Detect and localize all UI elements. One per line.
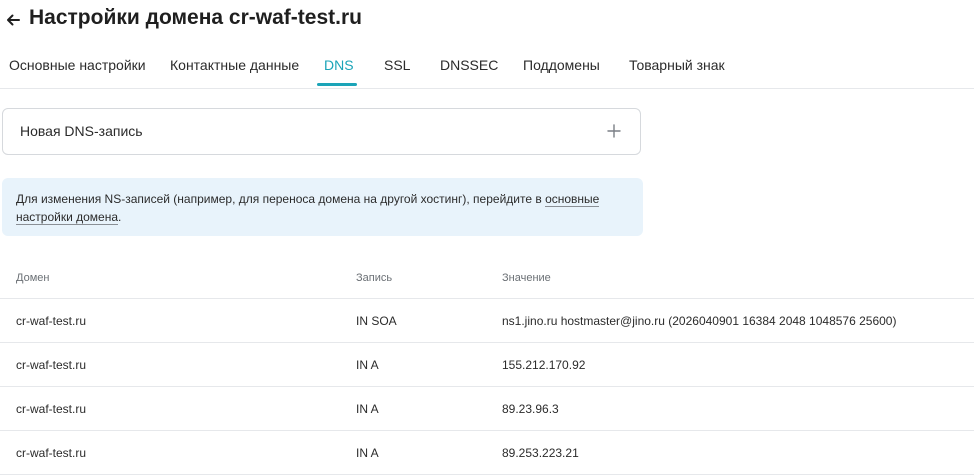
cell-value: 155.212.170.92 [502,358,586,372]
domain-settings-page: Настройки домена cr-waf-test.ru Основные… [0,0,974,476]
table-row[interactable]: cr-waf-test.ru IN A 89.23.96.3 [0,387,974,431]
cell-value: ns1.jino.ru hostmaster@jino.ru (20260409… [502,314,897,328]
cell-value: 89.253.223.21 [502,446,579,460]
new-dns-record-label: Новая DNS-запись [20,123,143,139]
cell-record: IN A [356,446,379,460]
table-row[interactable]: cr-waf-test.ru IN A 89.253.223.21 [0,431,974,475]
column-header-record: Запись [356,272,393,284]
notice-text: Для изменения NS-записей (например, для … [16,192,546,206]
cell-record: IN A [356,402,379,416]
tab-bar: Основные настройки Контактные данные DNS… [0,48,974,89]
tab-subdomains[interactable]: Поддомены [523,57,600,73]
arrow-left-icon [7,14,20,26]
tab-ssl[interactable]: SSL [384,57,410,73]
page-header: Настройки домена cr-waf-test.ru [0,0,974,42]
back-button[interactable] [4,9,22,31]
cell-domain: cr-waf-test.ru [16,402,87,416]
cell-domain: cr-waf-test.ru [16,358,87,372]
notice-suffix: . [118,210,122,224]
dns-records-table: Домен Запись Значение cr-waf-test.ru IN … [0,256,974,475]
cell-domain: cr-waf-test.ru [16,446,87,460]
ns-records-notice: Для изменения NS-записей (например, для … [2,178,643,236]
tab-trademark[interactable]: Товарный знак [629,57,725,73]
cell-record: IN SOA [356,314,397,328]
cell-value: 89.23.96.3 [502,402,559,416]
cell-domain: cr-waf-test.ru [16,314,87,328]
tab-contacts[interactable]: Контактные данные [170,57,299,73]
tab-main-settings[interactable]: Основные настройки [9,57,146,73]
new-dns-record-button[interactable]: Новая DNS-запись [2,108,641,155]
plus-icon [607,124,621,138]
cell-record: IN A [356,358,379,372]
active-tab-indicator [317,83,357,86]
column-header-domain: Домен [16,272,50,284]
tab-dns[interactable]: DNS [324,57,354,73]
tab-dnssec[interactable]: DNSSEC [440,57,498,73]
table-row[interactable]: cr-waf-test.ru IN A 155.212.170.92 [0,343,974,387]
page-title: Настройки домена cr-waf-test.ru [29,6,362,29]
column-header-value: Значение [502,272,551,284]
table-row[interactable]: cr-waf-test.ru IN SOA ns1.jino.ru hostma… [0,299,974,343]
table-header: Домен Запись Значение [0,256,974,299]
